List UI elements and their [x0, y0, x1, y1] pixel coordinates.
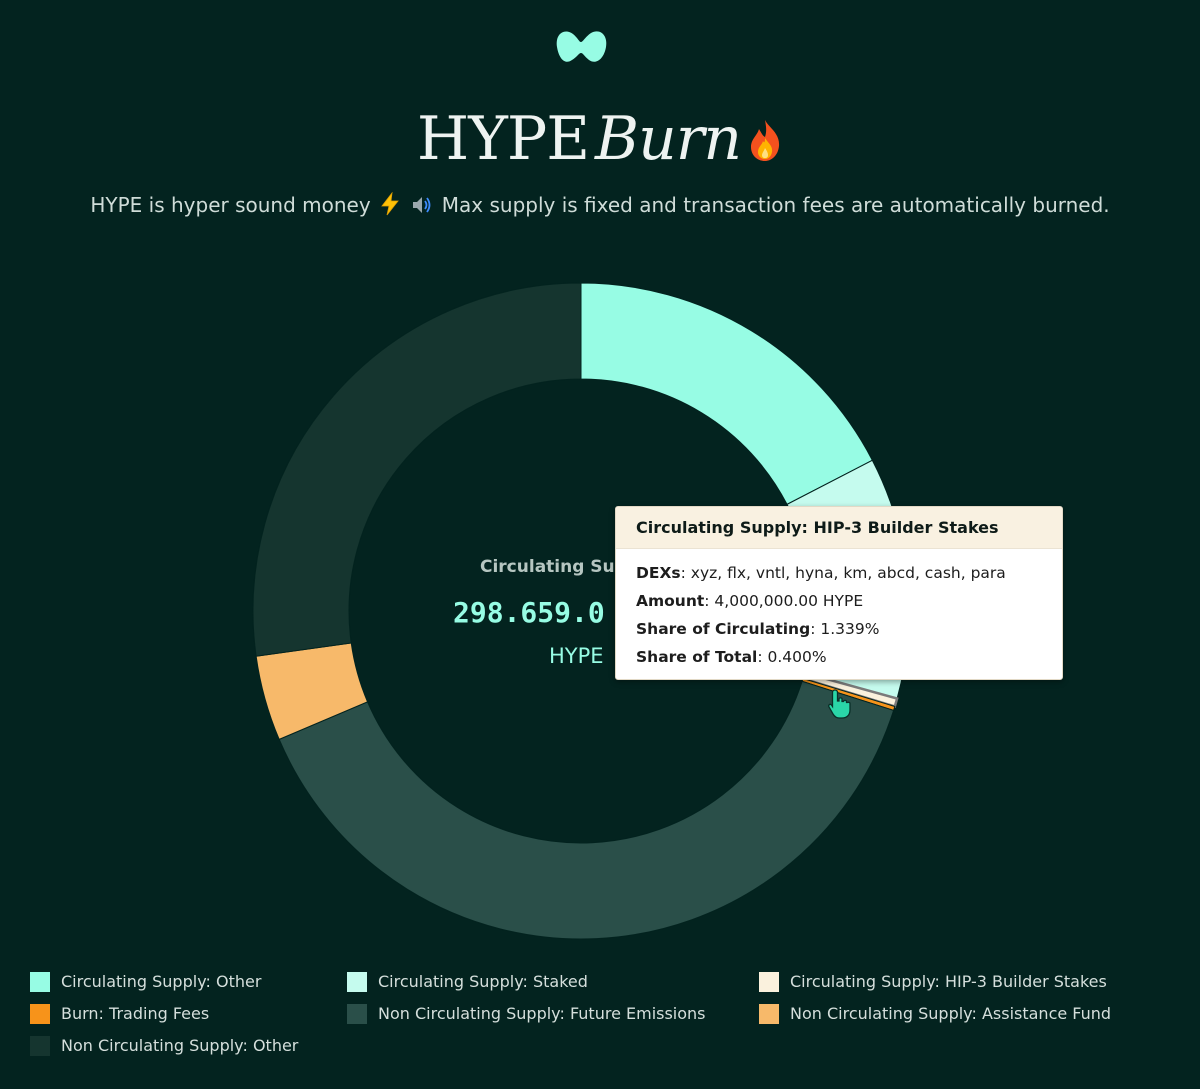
legend-label: Circulating Supply: HIP-3 Builder Stakes — [790, 972, 1107, 991]
legend-label: Non Circulating Supply: Other — [61, 1036, 299, 1055]
page: HYPE Burn HYPE is hyper sound money Max s… — [0, 0, 1200, 1089]
tooltip-row-share-total: Share of Total: 0.400% — [636, 643, 1042, 671]
center-value: 298.659.0 — [453, 596, 605, 629]
legend-swatch — [759, 972, 779, 992]
legend-swatch — [759, 1004, 779, 1024]
tooltip-row-value: : xyz, flx, vntl, hyna, km, abcd, cash, … — [680, 564, 1006, 582]
tooltip-title: Circulating Supply: HIP-3 Builder Stakes — [616, 507, 1062, 549]
legend-label: Non Circulating Supply: Future Emissions — [378, 1004, 706, 1023]
legend-swatch — [30, 972, 50, 992]
legend-swatch — [30, 1036, 50, 1056]
legend-label: Circulating Supply: Other — [61, 972, 262, 991]
center-unit: HYPE — [549, 644, 604, 668]
legend-swatch — [347, 972, 367, 992]
legend-label: Burn: Trading Fees — [61, 1004, 210, 1023]
tooltip-row-label: Amount — [636, 592, 705, 610]
tooltip-row-label: Share of Circulating — [636, 620, 811, 638]
legend-swatch — [347, 1004, 367, 1024]
tooltip-row-label: Share of Total — [636, 648, 758, 666]
legend-label: Circulating Supply: Staked — [378, 972, 588, 991]
tooltip-row-label: DEXs — [636, 564, 681, 582]
tooltip-row-value: : 1.339% — [810, 620, 880, 638]
tooltip-row-share-circulating: Share of Circulating: 1.339% — [636, 615, 1042, 643]
tooltip-row-value: : 0.400% — [757, 648, 827, 666]
donut-slice-non-circulating-supply-future-emissions[interactable] — [278, 680, 895, 940]
tooltip-row-amount: Amount: 4,000,000.00 HYPE — [636, 587, 1042, 615]
donut-slice-circulating-supply-other[interactable] — [580, 282, 873, 506]
hand-cursor-icon — [826, 688, 854, 724]
chart-tooltip: Circulating Supply: HIP-3 Builder Stakes… — [615, 506, 1063, 680]
legend-label: Non Circulating Supply: Assistance Fund — [790, 1004, 1112, 1023]
tooltip-row-value: : 4,000,000.00 HYPE — [704, 592, 864, 610]
center-label: Circulating Supply — [480, 557, 620, 577]
tooltip-row-dexs: DEXs: xyz, flx, vntl, hyna, km, abcd, ca… — [636, 559, 1042, 587]
legend-swatch — [30, 1004, 50, 1024]
tooltip-body: DEXs: xyz, flx, vntl, hyna, km, abcd, ca… — [616, 549, 1062, 671]
